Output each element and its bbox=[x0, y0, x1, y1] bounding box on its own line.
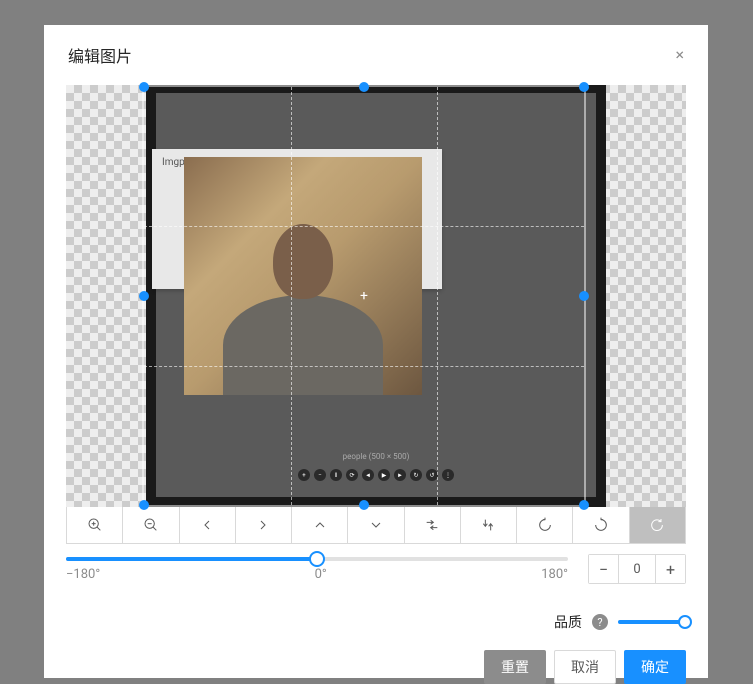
ok-button[interactable]: 确定 bbox=[624, 650, 686, 684]
move-right-button[interactable] bbox=[236, 507, 292, 543]
rotate-ccw-button[interactable] bbox=[573, 507, 629, 543]
crop-handle-top-right[interactable] bbox=[579, 82, 589, 92]
slider-max-label: 180° bbox=[541, 567, 568, 582]
flip-vertical-button[interactable] bbox=[461, 507, 517, 543]
move-up-button[interactable] bbox=[292, 507, 348, 543]
crop-handle-top-left[interactable] bbox=[139, 82, 149, 92]
crop-grid-line bbox=[144, 366, 584, 367]
crop-handle-middle-right[interactable] bbox=[579, 291, 589, 301]
crop-grid-line bbox=[144, 226, 584, 227]
crop-grid-line bbox=[291, 87, 292, 505]
cancel-button[interactable]: 取消 bbox=[554, 650, 616, 684]
rotation-number-input: − 0 + bbox=[588, 554, 686, 584]
move-left-button[interactable] bbox=[180, 507, 236, 543]
quality-slider-thumb[interactable] bbox=[678, 615, 692, 629]
decrement-button[interactable]: − bbox=[589, 555, 619, 583]
quality-slider[interactable] bbox=[618, 620, 686, 624]
increment-button[interactable]: + bbox=[655, 555, 685, 583]
action-buttons: 重置 取消 确定 bbox=[66, 650, 686, 684]
modal-title: 编辑图片 bbox=[68, 43, 132, 67]
zoom-in-button[interactable] bbox=[67, 507, 123, 543]
editor-toolbar bbox=[66, 507, 686, 544]
quality-label: 品质 bbox=[554, 612, 582, 632]
rotation-slider[interactable]: −180° 0° 180° bbox=[66, 557, 568, 582]
crop-grid-line bbox=[437, 87, 438, 505]
crop-handle-bottom-right[interactable] bbox=[579, 500, 589, 510]
rotate-cw-button[interactable] bbox=[517, 507, 573, 543]
slider-min-label: −180° bbox=[66, 567, 100, 582]
move-down-button[interactable] bbox=[348, 507, 404, 543]
rotation-value[interactable]: 0 bbox=[619, 562, 655, 577]
crop-handle-bottom-left[interactable] bbox=[139, 500, 149, 510]
slider-thumb[interactable] bbox=[309, 551, 325, 567]
image-edit-modal: 编辑图片 × Imgpo people (500 × 500) + − ‖ ⟳ … bbox=[44, 25, 708, 678]
crop-handle-top-middle[interactable] bbox=[359, 82, 369, 92]
quality-row: 品质 ? bbox=[66, 612, 686, 632]
modal-header: 编辑图片 × bbox=[44, 25, 708, 85]
slider-center-label: 0° bbox=[315, 567, 327, 582]
slider-labels: −180° 0° 180° bbox=[66, 567, 568, 582]
crop-handle-bottom-middle[interactable] bbox=[359, 500, 369, 510]
slider-fill bbox=[66, 557, 317, 561]
refresh-button[interactable] bbox=[630, 507, 685, 543]
help-icon[interactable]: ? bbox=[592, 614, 608, 630]
reset-button[interactable]: 重置 bbox=[484, 650, 546, 684]
crop-overlay[interactable]: + bbox=[142, 85, 586, 507]
image-editor-canvas[interactable]: Imgpo people (500 × 500) + − ‖ ⟳ ◄ ▶ ► ↻… bbox=[66, 85, 686, 507]
slider-track bbox=[66, 557, 568, 561]
crop-handle-middle-left[interactable] bbox=[139, 291, 149, 301]
flip-horizontal-button[interactable] bbox=[405, 507, 461, 543]
crop-center-icon: + bbox=[360, 288, 368, 304]
close-icon[interactable]: × bbox=[675, 47, 684, 63]
rotation-slider-row: −180° 0° 180° − 0 + bbox=[66, 554, 686, 584]
zoom-out-button[interactable] bbox=[123, 507, 179, 543]
